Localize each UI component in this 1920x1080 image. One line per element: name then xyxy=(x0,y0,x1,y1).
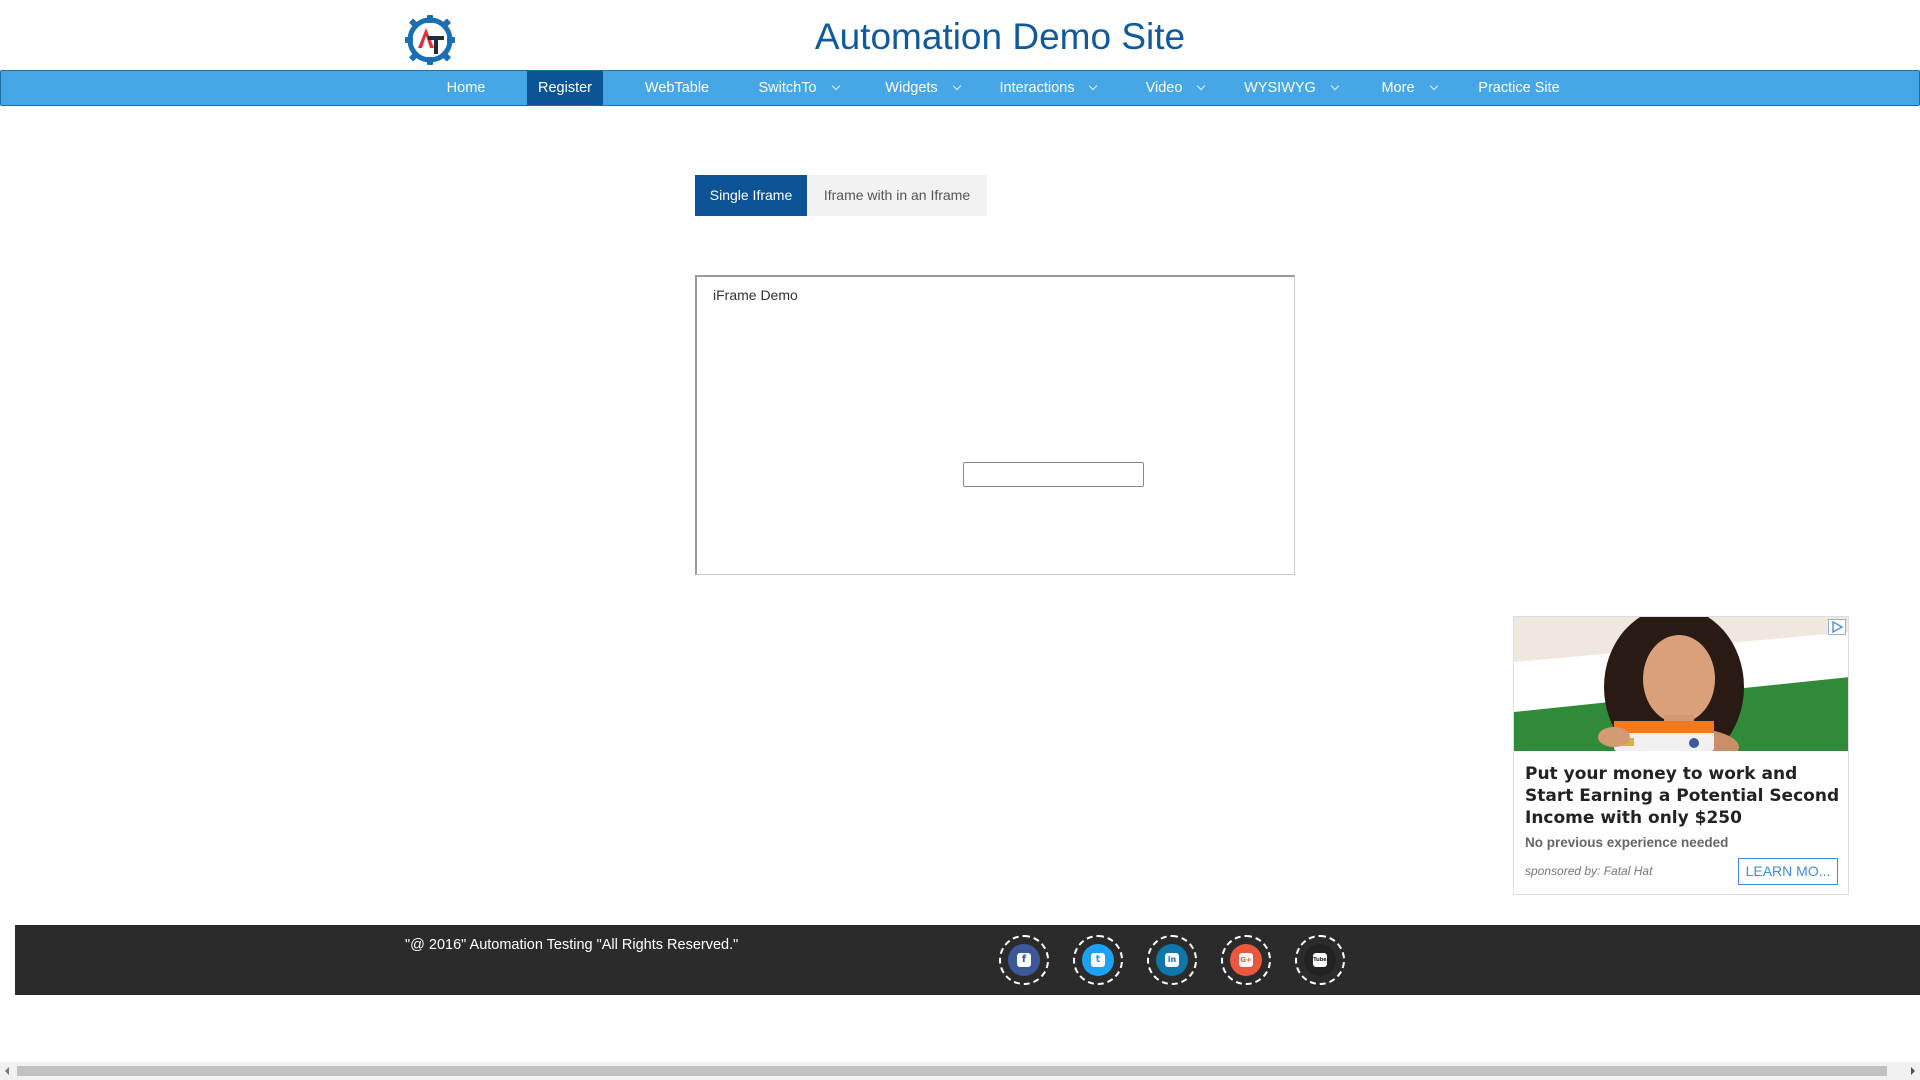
nav-widgets-label: Widgets xyxy=(885,80,938,96)
scroll-right-arrow-icon[interactable] xyxy=(1911,1067,1915,1075)
chevron-down-icon xyxy=(1089,81,1098,91)
nav-home[interactable]: Home xyxy=(426,71,506,105)
chevron-down-icon xyxy=(952,81,961,91)
chevron-down-icon xyxy=(1197,81,1206,91)
linkedin-icon: in xyxy=(1156,944,1188,976)
nav-webtable[interactable]: WebTable xyxy=(623,71,731,105)
google-plus-link[interactable]: G+ xyxy=(1221,935,1271,985)
tab-single-iframe[interactable]: Single Iframe xyxy=(695,175,807,216)
nav-video[interactable]: Video xyxy=(1131,71,1219,105)
nav-practice-site[interactable]: Practice Site xyxy=(1469,71,1569,105)
ad-sponsor: sponsored by: Fatal Hat xyxy=(1525,864,1653,878)
linkedin-link[interactable]: in xyxy=(1147,935,1197,985)
nav-home-label: Home xyxy=(446,80,486,96)
nav-more[interactable]: More xyxy=(1368,71,1450,105)
youtube-link[interactable]: Tube xyxy=(1295,935,1345,985)
single-iframe: iFrame Demo xyxy=(695,275,1295,575)
nav-register-label: Register xyxy=(538,80,592,96)
twitter-link[interactable]: t xyxy=(1073,935,1123,985)
nav-widgets[interactable]: Widgets xyxy=(871,71,974,105)
ad-subtext: No previous experience needed xyxy=(1525,835,1729,850)
ad-image[interactable] xyxy=(1514,617,1849,751)
footer-copyright: "@ 2016" Automation Testing "All Rights … xyxy=(405,937,739,953)
google-plus-icon: G+ xyxy=(1230,944,1262,976)
tab-iframe-in-iframe[interactable]: Iframe with in an Iframe xyxy=(807,175,987,216)
horizontal-scrollbar[interactable] xyxy=(0,1062,1920,1080)
site-title-text: Automation Demo Site xyxy=(814,16,1186,57)
twitter-icon: t xyxy=(1082,944,1114,976)
nav-switchto-label: SwitchTo xyxy=(758,80,817,96)
chevron-down-icon xyxy=(1330,81,1340,91)
youtube-icon: Tube xyxy=(1304,944,1336,976)
site-title: Automation Demo Site xyxy=(0,16,1920,58)
chevron-down-icon xyxy=(1429,81,1438,91)
ad-learn-more-button[interactable]: LEARN MO... xyxy=(1738,858,1838,885)
nav-interactions[interactable]: Interactions xyxy=(994,71,1102,105)
main-navbar: Home Register WebTable SwitchTo Widgets … xyxy=(0,70,1920,106)
nav-register[interactable]: Register xyxy=(527,71,603,105)
nav-wysiwyg-label: WYSIWYG xyxy=(1244,80,1316,96)
sponsored-ad[interactable]: Put your money to work and Start Earning… xyxy=(1513,616,1849,895)
nav-more-label: More xyxy=(1381,80,1415,96)
chevron-down-icon xyxy=(831,81,840,91)
nav-webtable-label: WebTable xyxy=(644,80,710,96)
facebook-icon: f xyxy=(1008,944,1040,976)
nav-wysiwyg[interactable]: WYSIWYG xyxy=(1237,71,1345,105)
adchoices-icon[interactable] xyxy=(1828,619,1846,635)
nav-switchto[interactable]: SwitchTo xyxy=(746,71,851,105)
iframe-demo-label: iFrame Demo xyxy=(713,287,798,303)
site-footer: "@ 2016" Automation Testing "All Rights … xyxy=(15,925,1920,995)
nav-practice-site-label: Practice Site xyxy=(1478,80,1560,96)
facebook-link[interactable]: f xyxy=(999,935,1049,985)
site-header: Automation Demo Site xyxy=(0,0,1920,70)
scrollbar-thumb[interactable] xyxy=(17,1066,1887,1076)
scroll-left-arrow-icon[interactable] xyxy=(5,1067,9,1075)
nav-interactions-label: Interactions xyxy=(999,80,1075,96)
nav-video-label: Video xyxy=(1145,80,1183,96)
iframe-text-input[interactable] xyxy=(963,462,1144,487)
ad-headline[interactable]: Put your money to work and Start Earning… xyxy=(1525,763,1843,829)
